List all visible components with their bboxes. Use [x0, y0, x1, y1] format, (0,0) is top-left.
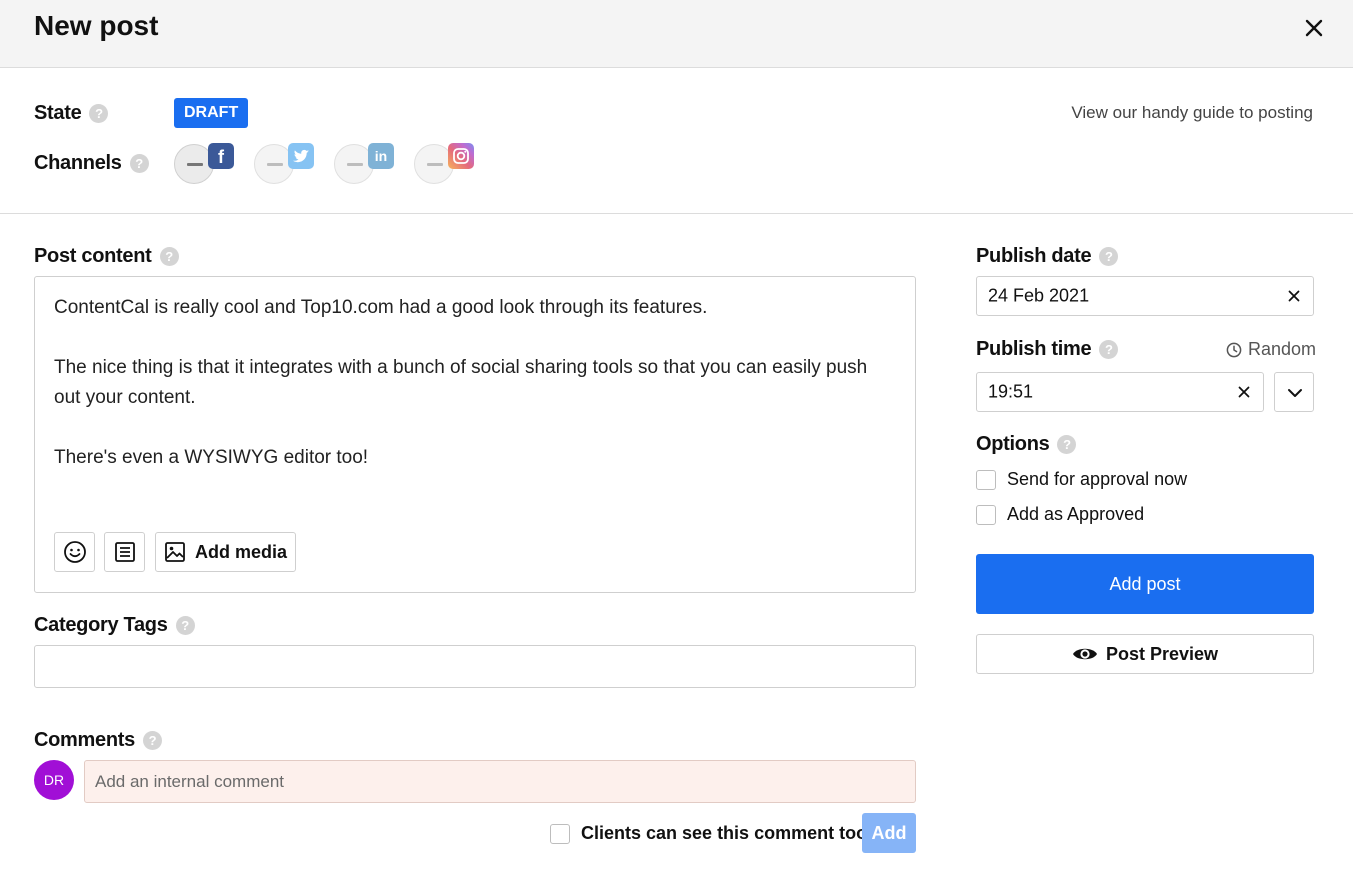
channel-instagram[interactable]: [414, 143, 476, 185]
channels-label-row: Channels ?: [34, 152, 149, 175]
help-icon[interactable]: ?: [129, 154, 149, 173]
channel-twitter[interactable]: [254, 143, 316, 185]
comment-placeholder: Add an internal comment: [95, 771, 284, 791]
option-label: Add as Approved: [1007, 504, 1145, 524]
add-media-label: Add media: [194, 541, 287, 562]
notes-button[interactable]: [104, 532, 145, 572]
clear-icon[interactable]: [1287, 289, 1301, 303]
help-icon[interactable]: ?: [1099, 340, 1119, 359]
post-content-editor[interactable]: ContentCal is really cool and Top10.com …: [34, 276, 916, 593]
state-label: State: [34, 102, 82, 124]
state-label-row: State ?: [34, 102, 109, 125]
chevron-down-icon: [1288, 389, 1302, 397]
clients-visibility-row: Clients can see this comment too: [550, 823, 867, 844]
section-divider: [0, 213, 1353, 214]
close-button[interactable]: [1300, 14, 1328, 42]
help-icon[interactable]: ?: [89, 104, 109, 123]
emoji-icon: [63, 541, 86, 563]
option-add-as-approved: Add as Approved: [976, 504, 1144, 525]
publish-date-label-row: Publish date ?: [976, 245, 1119, 268]
emoji-button[interactable]: [54, 532, 95, 572]
image-icon: [165, 542, 185, 562]
help-icon[interactable]: ?: [175, 616, 195, 635]
status-badge[interactable]: DRAFT: [174, 98, 249, 128]
channel-linkedin[interactable]: in: [334, 143, 396, 185]
publish-date-label: Publish date: [976, 245, 1092, 267]
clients-visibility-checkbox[interactable]: [550, 823, 570, 844]
publish-time-value: 19:51: [988, 381, 1034, 402]
post-preview-label: Post Preview: [1105, 643, 1219, 664]
comment-input[interactable]: Add an internal comment: [84, 760, 916, 803]
category-tags-label-row: Category Tags ?: [34, 614, 195, 637]
post-content-label-row: Post content ?: [34, 245, 179, 268]
category-tags-input[interactable]: [34, 645, 916, 688]
category-tags-label: Category Tags: [34, 614, 168, 636]
instagram-icon: [448, 143, 474, 169]
option-send-for-approval: Send for approval now: [976, 469, 1187, 490]
close-icon: [1305, 19, 1323, 37]
channel-facebook[interactable]: f: [174, 143, 236, 185]
random-time-button[interactable]: Random: [1226, 339, 1316, 360]
post-content-label: Post content: [34, 245, 152, 267]
options-label: Options: [976, 433, 1050, 455]
options-label-row: Options ?: [976, 433, 1077, 456]
modal-header: New post: [0, 0, 1353, 68]
add-post-button[interactable]: Add post: [976, 554, 1314, 614]
linkedin-icon: in: [368, 143, 394, 169]
help-icon[interactable]: ?: [1057, 435, 1077, 454]
add-comment-button[interactable]: Add: [862, 813, 916, 853]
help-icon[interactable]: ?: [142, 731, 162, 750]
content-paragraph: The nice thing is that it integrates wit…: [54, 357, 868, 408]
post-preview-button[interactable]: Post Preview: [976, 634, 1314, 674]
channels-label: Channels: [34, 152, 122, 174]
content-paragraph: There's even a WYSIWYG editor too!: [54, 447, 369, 468]
comments-label-row: Comments ?: [34, 729, 162, 752]
twitter-icon: [288, 143, 314, 169]
page-title: New post: [34, 10, 159, 41]
clear-icon[interactable]: [1237, 385, 1251, 399]
add-as-approved-checkbox[interactable]: [976, 504, 996, 525]
publish-date-value: 24 Feb 2021: [988, 285, 1090, 306]
facebook-icon: f: [208, 143, 234, 169]
notes-icon: [114, 542, 135, 562]
publish-time-field[interactable]: 19:51: [976, 372, 1264, 412]
clock-icon: [1226, 342, 1242, 357]
comments-label: Comments: [34, 729, 135, 751]
guide-link[interactable]: View our handy guide to posting: [1071, 103, 1313, 123]
publish-time-label: Publish time: [976, 338, 1092, 360]
help-icon[interactable]: ?: [1099, 247, 1119, 266]
content-paragraph: ContentCal is really cool and Top10.com …: [54, 297, 708, 318]
eye-icon: [1072, 648, 1097, 660]
publish-date-field[interactable]: 24 Feb 2021: [976, 276, 1314, 316]
random-label: Random: [1248, 339, 1317, 359]
option-label: Send for approval now: [1007, 469, 1188, 489]
avatar: DR: [34, 760, 74, 800]
add-media-button[interactable]: Add media: [155, 532, 296, 572]
publish-time-label-row: Publish time ?: [976, 338, 1119, 361]
help-icon[interactable]: ?: [159, 247, 179, 266]
clients-visibility-label: Clients can see this comment too: [581, 823, 868, 843]
post-content-text[interactable]: ContentCal is really cool and Top10.com …: [54, 293, 884, 503]
send-for-approval-checkbox[interactable]: [976, 469, 996, 490]
time-dropdown-button[interactable]: [1274, 372, 1314, 412]
